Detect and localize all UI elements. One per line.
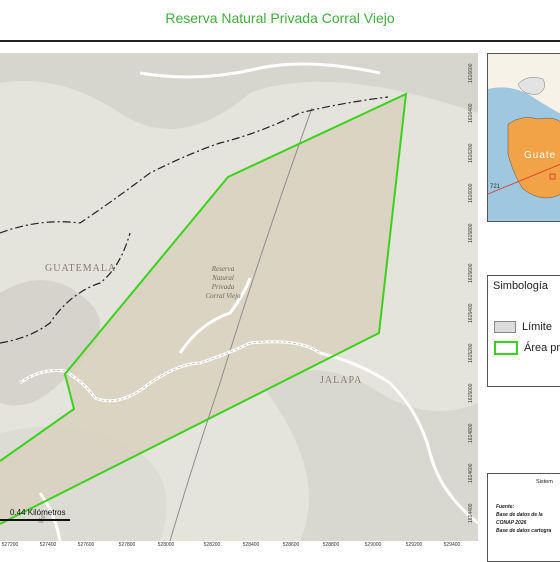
source-line: CONAP 2026: [496, 520, 527, 526]
reserve-label-line: Corral Viejo: [205, 292, 241, 300]
legend-swatch: [494, 341, 518, 355]
coord-y-label: 1614400: [468, 503, 474, 523]
coord-y-label: 1616600: [468, 63, 474, 83]
legend-item-label: Área pr: [524, 341, 560, 354]
source-line: Base de datos cartogra: [496, 528, 552, 534]
terrain-shade: [0, 53, 478, 129]
coord-x-label: 528400: [242, 542, 260, 548]
legend: Simbología Límite Área pr: [487, 275, 560, 387]
jalapa-label: JALAPA: [320, 375, 363, 386]
coord-y-label: 1616200: [468, 143, 474, 163]
source-line: Base de datos de la: [496, 512, 543, 518]
coord-x-label: 528200: [203, 542, 221, 548]
coord-x-label: 529400: [443, 542, 461, 548]
coord-y-label: 1615800: [468, 223, 474, 243]
coord-y-label: 1615400: [468, 303, 474, 323]
guatemala-label: GUATEMALA: [45, 263, 117, 274]
coord-x-label: 529200: [405, 542, 423, 548]
coord-x-label: 527800: [118, 542, 136, 548]
coord-x-label: 528800: [322, 542, 340, 548]
coord-x-label: 527600: [77, 542, 95, 548]
map-title: Reserva Natural Privada Corral Viejo: [165, 10, 395, 26]
reserve-label-line: Privada: [211, 283, 235, 291]
legend-item-area: Área pr: [494, 341, 560, 355]
coord-y-label: 1615200: [468, 343, 474, 363]
coordinate-system-label: Sistem: [536, 479, 553, 485]
source-title: Fuente:: [496, 504, 515, 510]
bottom-coordinates: 527200 527400 527600 527800 528000 52820…: [0, 542, 478, 552]
coord-y-label: 1615600: [468, 263, 474, 283]
legend-title: Simbología: [493, 280, 549, 292]
coord-x-label: 527400: [39, 542, 57, 548]
inset-number-label: 721: [490, 184, 501, 190]
main-map[interactable]: GUATEMALA JALAPA Reserva Natural Privada…: [0, 53, 478, 541]
inset-country-label: Guate: [524, 150, 557, 161]
coord-x-label: 529000: [364, 542, 382, 548]
coord-y-label: 1614600: [468, 463, 474, 483]
coord-y-label: 1614800: [468, 423, 474, 443]
legend-item-limit: Límite: [494, 321, 552, 334]
coord-y-label: 1616000: [468, 183, 474, 203]
coord-x-label: 527200: [1, 542, 19, 548]
source-info-box: Sistem Fuente: Base de datos de la CONAP…: [487, 473, 560, 562]
inset-map[interactable]: Guate 721: [487, 53, 560, 222]
reserve-label: Reserva Natural Privada Corral Viejo: [198, 265, 248, 301]
legend-item-label: Límite: [522, 321, 552, 333]
coord-y-label: 1616400: [468, 103, 474, 123]
inset-canvas: [488, 54, 560, 199]
scale-label: 0.44 Kilómetros: [10, 508, 66, 517]
legend-swatch: [494, 321, 516, 334]
right-coordinates: 1616600 1616400 1616200 1616000 1615800 …: [468, 53, 478, 541]
title-divider: [0, 40, 560, 42]
coord-x-label: 528600: [282, 542, 300, 548]
coord-y-label: 1615000: [468, 383, 474, 403]
scale-line: [0, 519, 70, 521]
terrain-shade: [260, 370, 478, 541]
coord-x-label: 528000: [157, 542, 175, 548]
reserve-label-line: Reserva: [211, 265, 235, 273]
reserve-label-line: Natural: [212, 274, 234, 282]
